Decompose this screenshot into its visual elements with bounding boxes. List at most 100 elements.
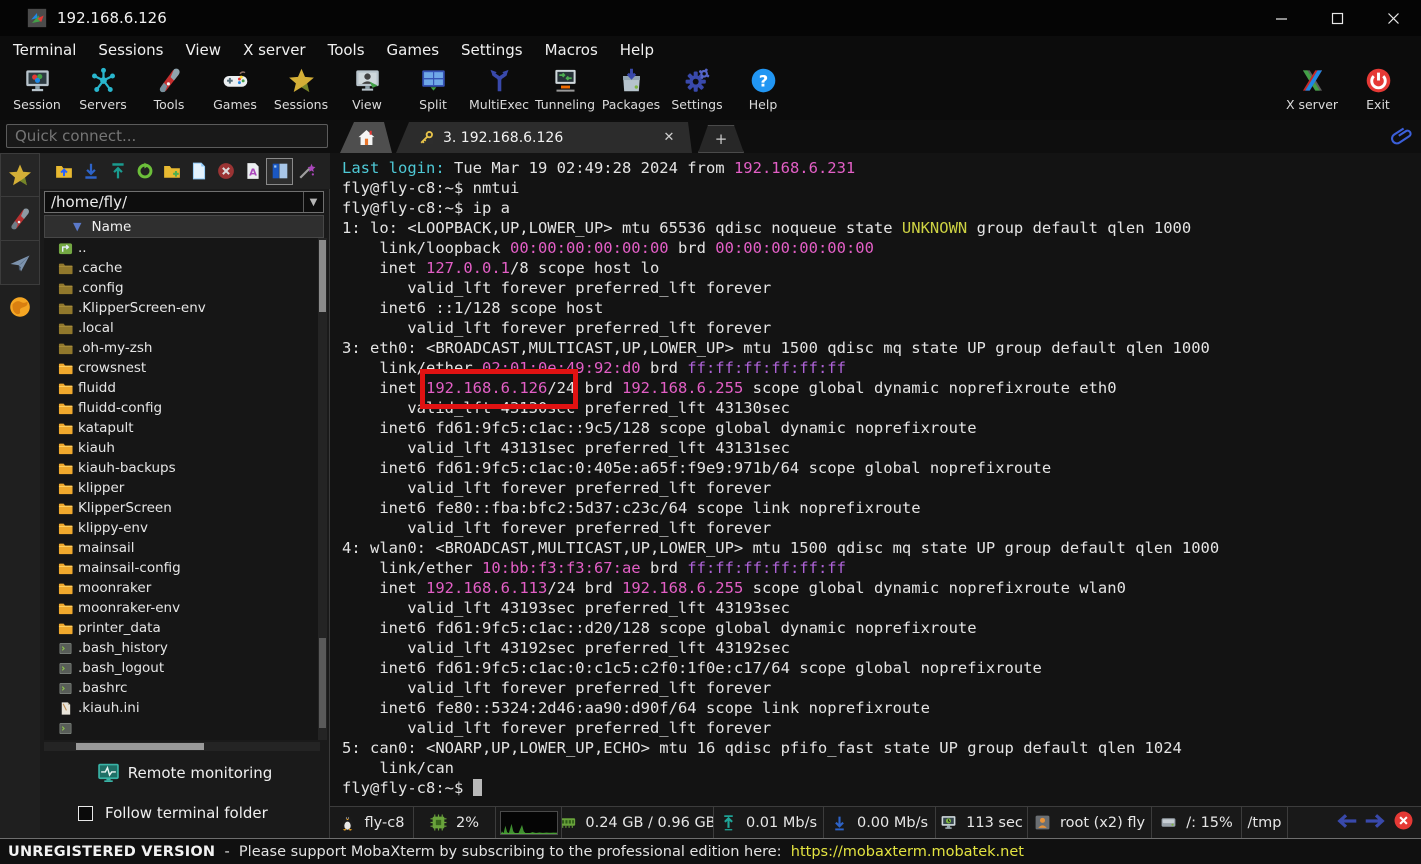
menu-tools[interactable]: Tools (317, 37, 376, 63)
menu-macros[interactable]: Macros (534, 37, 609, 63)
file-toolbar-new-folder-button[interactable] (158, 158, 185, 185)
file-row[interactable]: crowsnest (44, 358, 320, 378)
remote-monitoring-button[interactable]: Remote monitoring (40, 755, 330, 791)
toolbar-split-button[interactable]: Split (400, 63, 466, 117)
file-name: crowsnest (78, 360, 146, 376)
toolbar-exit-button[interactable]: Exit (1345, 63, 1411, 117)
toolbar-help-button[interactable]: ?Help (730, 63, 796, 117)
toolbar-tunneling-button[interactable]: Tunneling (532, 63, 598, 117)
tab-session[interactable]: 3. 192.168.6.126 ✕ (396, 122, 692, 153)
toolbar-view-button[interactable]: View (334, 63, 400, 117)
status-forward-button[interactable] (1364, 813, 1388, 833)
uptime-icon (940, 814, 957, 831)
file-row[interactable]: .bash_logout (44, 658, 320, 678)
file-row[interactable]: mainsail-config (44, 558, 320, 578)
file-row[interactable]: .. (44, 238, 320, 258)
main-area: A /home/fly/ ▼ ▼ Name ...cache.config.Kl… (0, 153, 1421, 838)
menu-help[interactable]: Help (609, 37, 665, 63)
toolbar-sessions-button[interactable]: Sessions (268, 63, 334, 117)
window-title: 192.168.6.126 (57, 9, 167, 27)
file-toolbar-wand-button[interactable] (293, 158, 320, 185)
file-row[interactable]: klipper (44, 478, 320, 498)
menu-view[interactable]: View (174, 37, 232, 63)
file-row[interactable]: mainsail (44, 538, 320, 558)
menu-games[interactable]: Games (376, 37, 450, 63)
rail-sftp[interactable] (0, 285, 40, 329)
toolbar-multiexec-button[interactable]: MultiExec (466, 63, 532, 117)
file-row[interactable] (44, 718, 320, 738)
toolbar-session-button[interactable]: Session (4, 63, 70, 117)
menu-sessions[interactable]: Sessions (87, 37, 174, 63)
file-toolbar-rename-button[interactable]: A (239, 158, 266, 185)
status-close-button[interactable] (1394, 811, 1413, 834)
file-toolbar-delete-button[interactable] (212, 158, 239, 185)
minimize-button[interactable] (1253, 0, 1309, 36)
rail-sessions[interactable] (0, 153, 40, 197)
tab-home[interactable] (340, 122, 392, 153)
file-row[interactable]: moonraker (44, 578, 320, 598)
follow-terminal-checkbox[interactable] (78, 806, 93, 821)
file-row[interactable]: .kiauh.ini (44, 698, 320, 718)
paperclip-icon[interactable] (1391, 124, 1413, 148)
file-row[interactable]: .bash_history (44, 638, 320, 658)
folder-icon (58, 601, 73, 616)
file-row[interactable]: klippy-env (44, 518, 320, 538)
toolbar-label: View (352, 97, 382, 112)
toolbar-servers-button[interactable]: Servers (70, 63, 136, 117)
file-toolbar-refresh-button[interactable] (131, 158, 158, 185)
file-row[interactable]: .KlipperScreen-env (44, 298, 320, 318)
rail-macros[interactable] (0, 241, 40, 285)
file-row[interactable]: KlipperScreen (44, 498, 320, 518)
file-row[interactable]: kiauh (44, 438, 320, 458)
file-row[interactable]: printer_data (44, 618, 320, 638)
toolbar-settings-button[interactable]: Settings (664, 63, 730, 117)
menu-settings[interactable]: Settings (450, 37, 534, 63)
file-toolbar-folder-up-button[interactable] (50, 158, 77, 185)
file-row[interactable]: kiauh-backups (44, 458, 320, 478)
maximize-button[interactable] (1309, 0, 1365, 36)
tools-icon (156, 67, 183, 94)
follow-terminal-folder[interactable]: Follow terminal folder (40, 798, 330, 828)
mobatek-link[interactable]: https://mobaxterm.mobatek.net (791, 844, 1024, 860)
file-row[interactable]: moonraker-env (44, 598, 320, 618)
file-toolbar-new-file-button[interactable] (185, 158, 212, 185)
file-row[interactable]: fluidd (44, 378, 320, 398)
terminal-line: valid_lft 43130sec preferred_lft 43130se… (342, 398, 1219, 418)
toolbar-label: Servers (79, 97, 127, 112)
toolbar-tools-button[interactable]: Tools (136, 63, 202, 117)
users-icon (1034, 814, 1051, 831)
file-row[interactable]: fluidd-config (44, 398, 320, 418)
file-row[interactable]: .bashrc (44, 678, 320, 698)
toolbar-x-server-button[interactable]: X server (1279, 63, 1345, 117)
toolbar-games-button[interactable]: Games (202, 63, 268, 117)
status-back-button[interactable] (1334, 813, 1358, 833)
xserver-icon (1299, 67, 1326, 94)
vertical-scrollbar[interactable] (318, 238, 327, 740)
file-toolbar-panels-button[interactable] (266, 158, 293, 185)
menu-terminal[interactable]: Terminal (2, 37, 87, 63)
terminal-line: 1: lo: <LOOPBACK,UP,LOWER_UP> mtu 65536 … (342, 218, 1219, 238)
globe-icon (8, 295, 32, 319)
file-row[interactable]: .cache (44, 258, 320, 278)
quick-connect-input[interactable] (6, 124, 328, 148)
file-toolbar-upload-sm-button[interactable] (104, 158, 131, 185)
column-header-name[interactable]: ▼ Name (44, 215, 324, 238)
file-row[interactable]: katapult (44, 418, 320, 438)
close-button[interactable] (1365, 0, 1421, 36)
terminal[interactable]: Last login: Tue Mar 19 02:49:28 2024 fro… (330, 153, 1421, 806)
file-name: .local (78, 320, 114, 336)
titlebar: 192.168.6.126 (0, 0, 1421, 36)
chevron-down-icon[interactable]: ▼ (303, 192, 323, 212)
plane-icon (8, 251, 32, 275)
toolbar-packages-button[interactable]: Packages (598, 63, 664, 117)
file-row[interactable]: .oh-my-zsh (44, 338, 320, 358)
menu-x-server[interactable]: X server (232, 37, 317, 63)
rail-tools[interactable] (0, 197, 40, 241)
horizontal-scrollbar[interactable] (44, 742, 320, 751)
path-dropdown[interactable]: /home/fly/ ▼ (44, 191, 324, 213)
new-tab-button[interactable]: + (698, 125, 744, 153)
tab-close-icon[interactable]: ✕ (660, 130, 678, 145)
file-row[interactable]: .local (44, 318, 320, 338)
file-toolbar-download-sm-button[interactable] (77, 158, 104, 185)
file-row[interactable]: .config (44, 278, 320, 298)
